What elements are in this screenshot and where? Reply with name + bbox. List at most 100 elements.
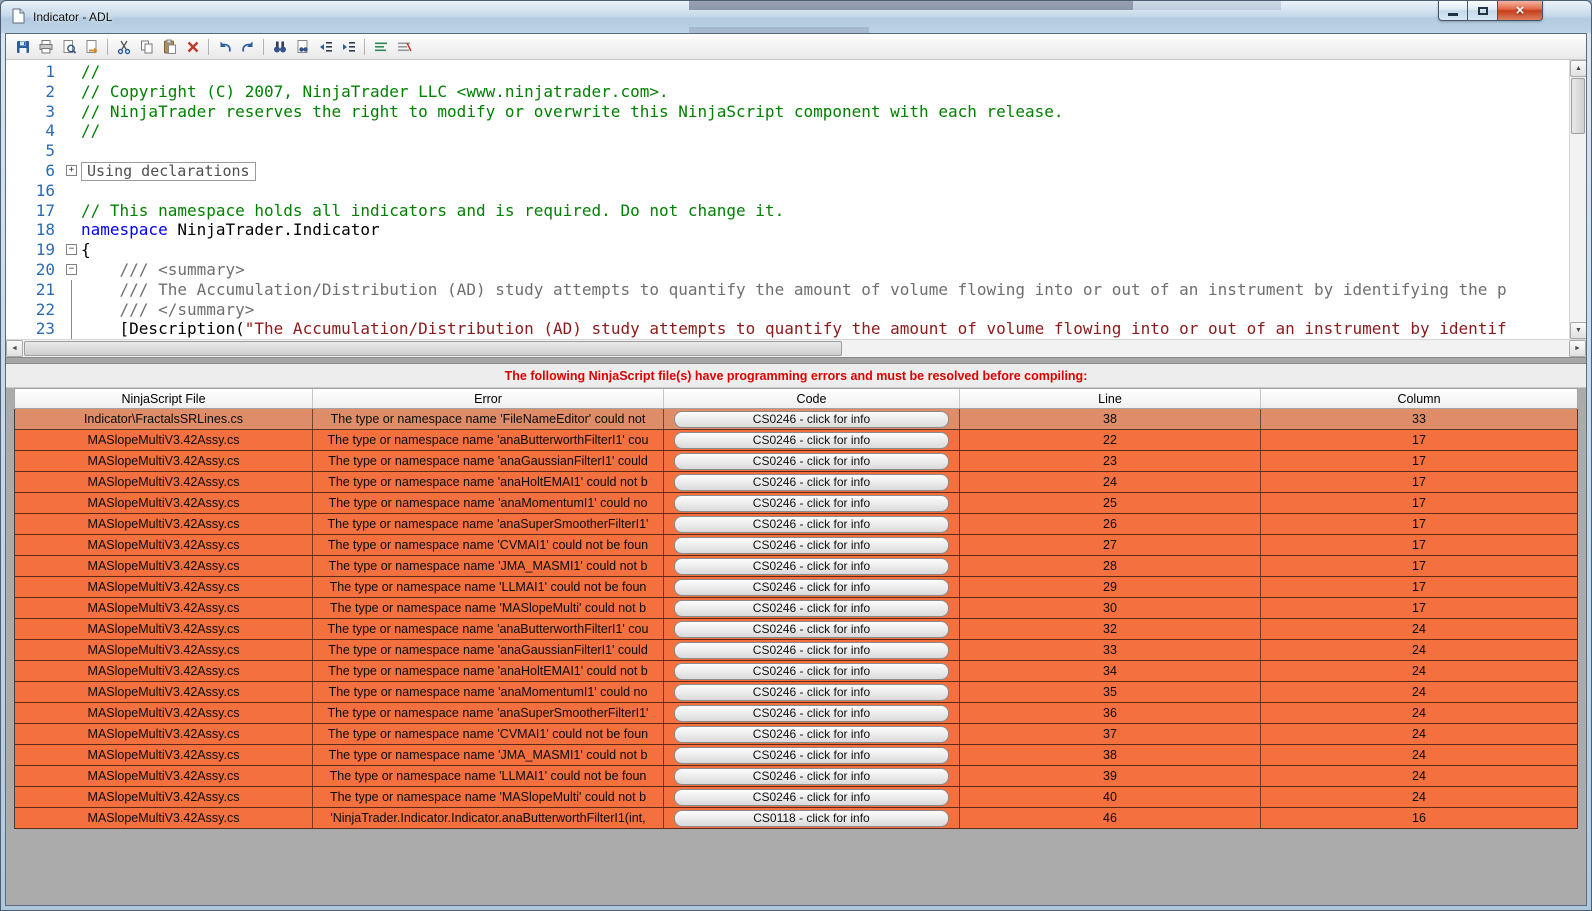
code-line[interactable]: 18 namespace NinjaTrader.Indicator <box>6 220 1569 240</box>
code-line[interactable]: 22 /// </summary> <box>6 299 1569 320</box>
code-line[interactable]: 16 <box>6 181 1569 201</box>
fold-marker[interactable]: + <box>66 164 77 176</box>
error-row[interactable]: MASlopeMultiV3.42Assy.cs The type or name… <box>15 619 1577 640</box>
code-line[interactable]: 20− /// <summary> <box>6 260 1569 280</box>
error-code-button[interactable]: CS0246 - click for info <box>674 431 949 449</box>
error-code-button[interactable]: CS0246 - click for info <box>674 536 949 554</box>
error-row[interactable]: MASlopeMultiV3.42Assy.cs The type or name… <box>15 556 1577 577</box>
code-line[interactable]: 5 <box>6 141 1569 161</box>
error-row[interactable]: MASlopeMultiV3.42Assy.cs The type or name… <box>15 640 1577 661</box>
error-code-button[interactable]: CS0246 - click for info <box>674 515 949 533</box>
error-row[interactable]: MASlopeMultiV3.42Assy.cs The type or name… <box>15 514 1577 535</box>
error-row[interactable]: MASlopeMultiV3.42Assy.cs The type or name… <box>15 598 1577 619</box>
column-header-column[interactable]: Column <box>1261 389 1577 408</box>
error-code-button[interactable]: CS0246 - click for info <box>674 473 949 491</box>
error-code-button[interactable]: CS0246 - click for info <box>674 599 949 617</box>
cell-column: 17 <box>1412 454 1426 468</box>
adl-editor-window: Indicator - ADL × 1 // 2 // Copyright (C) 2… <box>0 0 1592 911</box>
error-row[interactable]: MASlopeMultiV3.42Assy.cs The type or name… <box>15 766 1577 787</box>
line-number: 21 <box>35 279 55 299</box>
scroll-right-arrow[interactable]: ► <box>1569 340 1586 357</box>
error-code-button[interactable]: CS0246 - click for info <box>674 662 949 680</box>
panel-splitter[interactable] <box>6 357 1586 364</box>
titlebar[interactable]: Indicator - ADL × <box>1 1 1591 33</box>
error-code-button[interactable]: CS0246 - click for info <box>674 683 949 701</box>
code-line[interactable]: 21 /// The Accumulation/Distribution (AD… <box>6 279 1569 300</box>
scroll-left-arrow[interactable]: ◄ <box>6 340 23 357</box>
scroll-down-arrow[interactable]: ▼ <box>1570 322 1586 339</box>
scroll-up-arrow[interactable]: ▲ <box>1570 60 1586 77</box>
error-row[interactable]: MASlopeMultiV3.42Assy.cs The type or name… <box>15 451 1577 472</box>
code-line[interactable]: 17 // This namespace holds all indicators… <box>6 201 1569 221</box>
redo-icon[interactable] <box>236 36 259 57</box>
error-row[interactable]: MASlopeMultiV3.42Assy.cs 'NinjaTrader.Ind… <box>15 808 1577 829</box>
error-code-button[interactable]: CS0246 - click for info <box>674 725 949 743</box>
error-row[interactable]: MASlopeMultiV3.42Assy.cs The type or name… <box>15 724 1577 745</box>
find-in-files-icon[interactable] <box>291 36 314 57</box>
code-line[interactable]: 2 // Copyright (C) 2007, NinjaTrader LLC … <box>6 82 1569 102</box>
error-row[interactable]: MASlopeMultiV3.42Assy.cs The type or name… <box>15 535 1577 556</box>
error-code-button[interactable]: CS0246 - click for info <box>674 557 949 575</box>
horizontal-scroll-thumb[interactable] <box>24 341 842 356</box>
code-line[interactable]: 4 // <box>6 121 1569 141</box>
fold-marker[interactable]: − <box>66 263 77 275</box>
error-code-button[interactable]: CS0246 - click for info <box>674 494 949 512</box>
column-header-line[interactable]: Line <box>960 389 1261 408</box>
error-row[interactable]: MASlopeMultiV3.42Assy.cs The type or name… <box>15 577 1577 598</box>
undo-icon[interactable] <box>213 36 236 57</box>
indent-increase-icon[interactable] <box>337 36 360 57</box>
error-row[interactable]: MASlopeMultiV3.42Assy.cs The type or name… <box>15 661 1577 682</box>
code-line[interactable]: 6 + Using declarations <box>6 161 1569 181</box>
error-code-button[interactable]: CS0118 - click for info <box>674 809 949 827</box>
error-code-button[interactable]: CS0246 - click for info <box>674 641 949 659</box>
error-code-button[interactable]: CS0246 - click for info <box>674 578 949 596</box>
code-line[interactable]: 19−{ <box>6 240 1569 260</box>
cell-code: CS0246 - click for info <box>664 430 960 450</box>
error-code-button[interactable]: CS0246 - click for info <box>674 767 949 785</box>
error-row[interactable]: MASlopeMultiV3.42Assy.cs The type or name… <box>15 472 1577 493</box>
delete-icon[interactable] <box>181 36 204 57</box>
error-row[interactable]: MASlopeMultiV3.42Assy.cs The type or name… <box>15 430 1577 451</box>
collapsed-region[interactable]: Using declarations <box>81 161 256 181</box>
error-row[interactable]: MASlopeMultiV3.42Assy.cs The type or name… <box>15 703 1577 724</box>
code-line[interactable]: 23 [Description("The Accumulation/Distri… <box>6 319 1569 339</box>
error-code-button[interactable]: CS0246 - click for info <box>674 788 949 806</box>
close-button[interactable]: × <box>1497 1 1543 21</box>
error-code-button[interactable]: CS0246 - click for info <box>674 746 949 764</box>
copy-icon[interactable] <box>135 36 158 57</box>
uncomment-selection-icon[interactable] <box>392 36 415 57</box>
cell-code: CS0246 - click for info <box>664 409 960 429</box>
comment-selection-icon[interactable] <box>369 36 392 57</box>
vertical-scroll-thumb[interactable] <box>1571 78 1585 134</box>
indent-decrease-icon[interactable] <box>314 36 337 57</box>
editor-vertical-scrollbar[interactable]: ▲ ▼ <box>1569 60 1586 339</box>
code-line[interactable]: 3 // NinjaTrader reserves the right to mo… <box>6 102 1569 122</box>
error-row[interactable]: MASlopeMultiV3.42Assy.cs The type or name… <box>15 787 1577 808</box>
column-header-code[interactable]: Code <box>664 389 960 408</box>
fold-marker[interactable]: − <box>66 244 77 256</box>
error-code-button[interactable]: CS0246 - click for info <box>674 410 949 428</box>
code-editor[interactable]: 1 // 2 // Copyright (C) 2007, NinjaTrader L… <box>6 60 1586 339</box>
error-row[interactable]: MASlopeMultiV3.42Assy.cs The type or name… <box>15 745 1577 766</box>
code-line[interactable]: 1 // <box>6 62 1569 82</box>
paste-icon[interactable] <box>158 36 181 57</box>
error-code-button[interactable]: CS0246 - click for info <box>674 704 949 722</box>
error-code-button[interactable]: CS0246 - click for info <box>674 620 949 638</box>
cut-icon[interactable] <box>112 36 135 57</box>
print-preview-icon[interactable] <box>57 36 80 57</box>
error-code-button[interactable]: CS0246 - click for info <box>674 452 949 470</box>
minimize-button[interactable] <box>1438 1 1468 21</box>
print-icon[interactable] <box>34 36 57 57</box>
column-header-ninjascript-file[interactable]: NinjaScript File <box>15 389 313 408</box>
find-icon[interactable] <box>268 36 291 57</box>
cell-line: 22 <box>960 430 1261 450</box>
error-row[interactable]: Indicator\FractalsSRLines.cs The type or … <box>15 409 1577 430</box>
editor-horizontal-scrollbar[interactable]: ◄ ► <box>6 339 1586 357</box>
error-row[interactable]: MASlopeMultiV3.42Assy.cs The type or name… <box>15 493 1577 514</box>
column-header-error[interactable]: Error <box>313 389 664 408</box>
page-setup-icon[interactable] <box>80 36 103 57</box>
error-row[interactable]: MASlopeMultiV3.42Assy.cs The type or name… <box>15 682 1577 703</box>
save-icon[interactable] <box>11 36 34 57</box>
maximize-button[interactable] <box>1468 1 1497 21</box>
